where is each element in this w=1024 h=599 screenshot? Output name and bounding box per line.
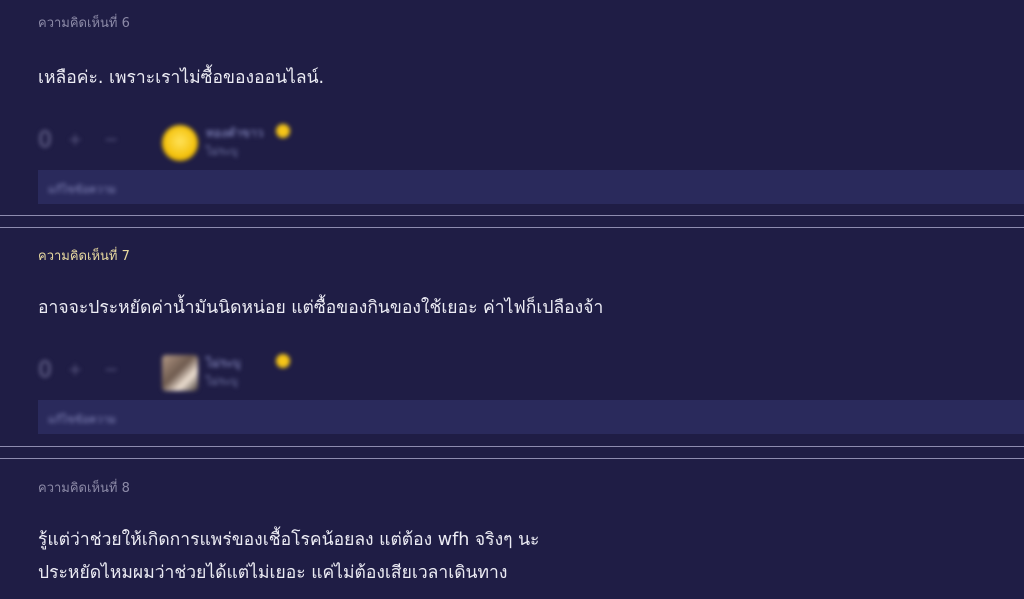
avatar[interactable] [162, 125, 198, 161]
vote-count: 0 [38, 358, 52, 383]
comment-line: รู้แต่ว่าช่วยให้เกิดการแพร่ของเชื้อโรคน้… [38, 530, 540, 550]
edit-history-bar: แก้ไขข้อความ [38, 400, 1024, 434]
edit-history-bar: แก้ไขข้อความ [38, 170, 1024, 204]
comment-number: ความคิดเห็นที่ 7 [38, 249, 130, 264]
comment-thread: ความคิดเห็นที่ 6 เหลือค่ะ. เพราะเราไม่ซื… [0, 0, 1024, 599]
minus-vote-icon[interactable]: − [104, 360, 118, 380]
comment-line: อาจจะประหยัดค่าน้ำมันนิดหน่อย แต่ซื้อของ… [38, 298, 604, 318]
comment-body: อาจจะประหยัดค่าน้ำมันนิดหน่อย แต่ซื้อของ… [38, 292, 603, 325]
vote-count: 0 [38, 128, 52, 153]
user-name[interactable]: ไม่ระบุ [206, 354, 240, 373]
comment-body: รู้แต่ว่าช่วยให้เกิดการแพร่ของเชื้อโรคน้… [38, 524, 539, 590]
comment-divider [0, 446, 1024, 459]
edit-history-text: แก้ไขข้อความ [48, 183, 116, 196]
avatar[interactable] [162, 355, 198, 391]
comment-7: ความคิดเห็นที่ 7 อาจจะประหยัดค่าน้ำมันนิ… [0, 229, 1024, 446]
plus-vote-icon[interactable]: + [68, 130, 82, 150]
comment-meta: 0 + − ทองคำขาว ไม่ระบุ แก้ไขข้อความ [38, 122, 1024, 212]
post-time: ไม่ระบุ [206, 375, 238, 388]
comment-meta: 0 + − ไม่ระบุ ไม่ระบุ แก้ไขข้อความ [38, 352, 1024, 442]
minus-vote-icon[interactable]: − [104, 130, 118, 150]
member-badge-icon [276, 124, 290, 138]
comment-body: เหลือค่ะ. เพราะเราไม่ซื้อของออนไลน์. [38, 62, 324, 95]
comment-line: ประหยัดไหมผมว่าช่วยได้แต่ไม่เยอะ แค่ไม่ต… [38, 563, 508, 583]
comment-number: ความคิดเห็นที่ 6 [38, 16, 130, 31]
user-name[interactable]: ทองคำขาว [206, 124, 263, 143]
post-time: ไม่ระบุ [206, 145, 238, 158]
comment-6: ความคิดเห็นที่ 6 เหลือค่ะ. เพราะเราไม่ซื… [0, 0, 1024, 216]
plus-vote-icon[interactable]: + [68, 360, 82, 380]
comment-number: ความคิดเห็นที่ 8 [38, 481, 130, 496]
member-badge-icon [276, 354, 290, 368]
comment-divider [0, 215, 1024, 228]
comment-8: ความคิดเห็นที่ 8 รู้แต่ว่าช่วยให้เกิดการ… [0, 460, 1024, 599]
edit-history-text: แก้ไขข้อความ [48, 413, 116, 426]
comment-line: เหลือค่ะ. เพราะเราไม่ซื้อของออนไลน์. [38, 68, 325, 88]
